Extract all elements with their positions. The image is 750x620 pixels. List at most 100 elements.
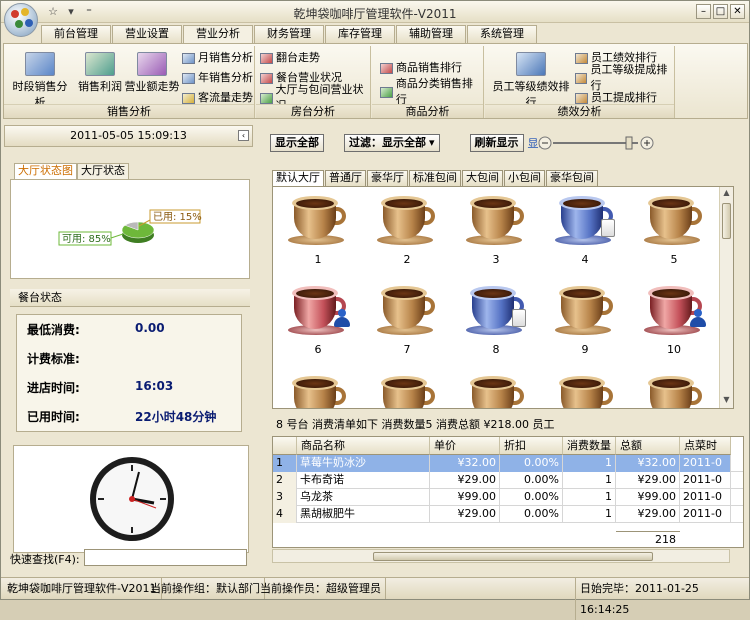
table-tile[interactable]: 1 xyxy=(278,189,358,279)
table-tile[interactable]: 2 xyxy=(367,189,447,279)
tab-normal-hall[interactable]: 普通厅 xyxy=(325,170,366,186)
tab-business-settings[interactable]: 营业设置 xyxy=(112,25,182,43)
category-sales-rank-button[interactable]: 商品分类销售排行 xyxy=(380,77,483,106)
tab-auxiliary[interactable]: 辅助管理 xyxy=(396,25,466,43)
tab-standard-room[interactable]: 标准包间 xyxy=(409,170,461,186)
table-tile[interactable]: 10 xyxy=(634,279,714,369)
datetime-bar: 2011-05-05 15:09:13 ‹ xyxy=(4,125,253,147)
table-status-panel: 最低消费: 0.00 计费标准: 进店时间: 16:03 已用时间: 22小时4… xyxy=(16,314,242,432)
tab-inventory[interactable]: 库存管理 xyxy=(325,25,395,43)
grand-total: 218 xyxy=(616,531,680,547)
hourly-sales-button[interactable]: 时段销售分析 xyxy=(8,52,72,110)
tab-system[interactable]: 系统管理 xyxy=(467,25,537,43)
table-tile[interactable]: 5 xyxy=(634,189,714,279)
current-datetime: 2011-05-05 15:09:13 xyxy=(70,129,187,142)
tab-large-room[interactable]: 大包间 xyxy=(462,170,503,186)
tab-small-room[interactable]: 小包间 xyxy=(504,170,545,186)
table-hscrollbar[interactable] xyxy=(272,549,730,563)
col-header-quantity[interactable]: 消费数量 xyxy=(563,437,616,455)
table-grid: ▲ ▼ 1 2 3 4 5 6 7 8 9 10 xyxy=(272,186,734,409)
available-label: 可用: 85% xyxy=(62,234,111,245)
coffee-cup-icon xyxy=(466,193,526,245)
grid-scrollbar[interactable]: ▲ ▼ xyxy=(719,187,733,408)
col-header-order-time[interactable]: 点菜时 xyxy=(680,437,731,455)
scroll-thumb[interactable] xyxy=(722,203,731,239)
min-consumption-value: 0.00 xyxy=(135,321,165,335)
tab-hall-status[interactable]: 大厅状态 xyxy=(77,163,129,179)
collapse-icon[interactable]: ‹ xyxy=(238,130,249,141)
table-number: 8 xyxy=(492,343,500,356)
billing-standard-label: 计费标准: xyxy=(27,352,80,366)
quick-search: 快速查找(F4): xyxy=(10,549,247,567)
table-row[interactable]: 1 草莓牛奶冰沙 ¥32.00 0.00% 1 ¥32.00 2011-0 xyxy=(273,455,743,472)
col-header-discount[interactable]: 折扣 xyxy=(500,437,563,455)
bill-icon xyxy=(512,309,526,327)
room-group-label: 房台分析 xyxy=(256,104,370,118)
line-total: ¥29.00 xyxy=(616,506,680,523)
hscroll-thumb[interactable] xyxy=(373,552,653,561)
app-logo-icon[interactable] xyxy=(4,3,38,37)
table-tile[interactable]: 6 xyxy=(278,279,358,369)
show-all-button[interactable]: 显示全部 xyxy=(270,134,324,152)
goods-sales-rank-button[interactable]: 商品销售排行 xyxy=(380,60,462,76)
order-time: 2011-0 xyxy=(680,506,731,523)
tab-business-analysis[interactable]: 营业分析 xyxy=(183,25,253,44)
table-row[interactable]: 2 卡布奇诺 ¥29.00 0.00% 1 ¥29.00 2011-0 xyxy=(273,472,743,489)
chart-icon xyxy=(516,52,546,76)
row-index: 1 xyxy=(273,455,297,472)
col-header-total[interactable]: 总额 xyxy=(616,437,680,455)
close-button[interactable]: ✕ xyxy=(730,4,745,19)
refresh-button[interactable]: 刷新显示 xyxy=(469,134,524,152)
coffee-cup-icon xyxy=(555,283,615,335)
tab-front-desk[interactable]: 前台管理 xyxy=(41,25,111,43)
revenue-trend-button[interactable]: 营业额走势 xyxy=(122,52,182,94)
chart-icon xyxy=(182,52,195,64)
user-chart-icon xyxy=(575,72,588,84)
available-leader-line xyxy=(110,233,124,239)
col-header-price[interactable]: 单价 xyxy=(430,437,500,455)
line-total: ¥29.00 xyxy=(616,472,680,489)
yearly-sales-button[interactable]: 年销售分析 xyxy=(182,70,253,86)
table-tile[interactable]: 3 xyxy=(456,189,536,279)
table-tile[interactable]: 8 xyxy=(456,279,536,369)
table-tile[interactable]: 4 xyxy=(545,189,625,279)
tab-luxury-hall[interactable]: 豪华厅 xyxy=(367,170,408,186)
tab-finance[interactable]: 财务管理 xyxy=(254,25,324,43)
table-row[interactable]: 4 黑胡椒肥牛 ¥29.00 0.00% 1 ¥29.00 2011-0 xyxy=(273,506,743,523)
maximize-button[interactable]: □ xyxy=(713,4,728,19)
turnover-trend-button[interactable]: 翻台走势 xyxy=(260,50,320,66)
table-tile[interactable] xyxy=(367,369,447,408)
title-bar: ☆ ▾ ⁼ 乾坤袋咖啡厅管理软件-V2011 – □ ✕ xyxy=(1,1,749,37)
table-tile[interactable] xyxy=(278,369,358,408)
filter-dropdown[interactable]: 过滤：显示全部 ▾ xyxy=(344,134,440,152)
scroll-down-icon[interactable]: ▼ xyxy=(721,395,732,407)
staff-level-commission-button[interactable]: 员工等级提成排行 xyxy=(575,63,674,92)
table-tile[interactable]: 7 xyxy=(367,279,447,369)
table-tile[interactable] xyxy=(456,369,536,408)
monthly-sales-button[interactable]: 月销售分析 xyxy=(182,50,253,66)
zoom-slider[interactable] xyxy=(538,135,656,151)
col-header-index[interactable] xyxy=(273,437,297,455)
col-header-name[interactable]: 商品名称 xyxy=(297,437,430,455)
tab-default-hall[interactable]: 默认大厅 xyxy=(272,170,324,186)
left-subtabs: 大厅状态图 大厅状态 xyxy=(14,163,129,179)
table-tile[interactable] xyxy=(634,369,714,408)
tab-hall-status-chart[interactable]: 大厅状态图 xyxy=(14,163,77,179)
staff-level-performance-button[interactable]: 员工等级绩效排行 xyxy=(489,52,573,110)
table-row[interactable]: 3 乌龙茶 ¥99.00 0.00% 1 ¥99.00 2011-0 xyxy=(273,489,743,506)
chart-icon xyxy=(182,72,195,84)
table-tile[interactable] xyxy=(545,369,625,408)
chart-icon xyxy=(85,52,115,76)
scroll-up-icon[interactable]: ▲ xyxy=(721,188,732,200)
item-name: 卡布奇诺 xyxy=(297,472,430,489)
sales-profit-button[interactable]: 销售利润 xyxy=(74,52,126,94)
ribbon: 时段销售分析 销售利润 营业额走势 月销售分析 年销售分析 客流量走势 销售分析… xyxy=(3,43,748,119)
chart-icon xyxy=(137,52,167,76)
line-total: ¥32.00 xyxy=(616,455,680,472)
minimize-button[interactable]: – xyxy=(696,4,711,19)
table-tile[interactable]: 9 xyxy=(545,279,625,369)
quick-search-input[interactable] xyxy=(84,549,247,566)
quantity: 1 xyxy=(563,472,616,489)
zoom-slider-thumb[interactable] xyxy=(625,136,633,150)
tab-luxury-room[interactable]: 豪华包间 xyxy=(546,170,598,186)
